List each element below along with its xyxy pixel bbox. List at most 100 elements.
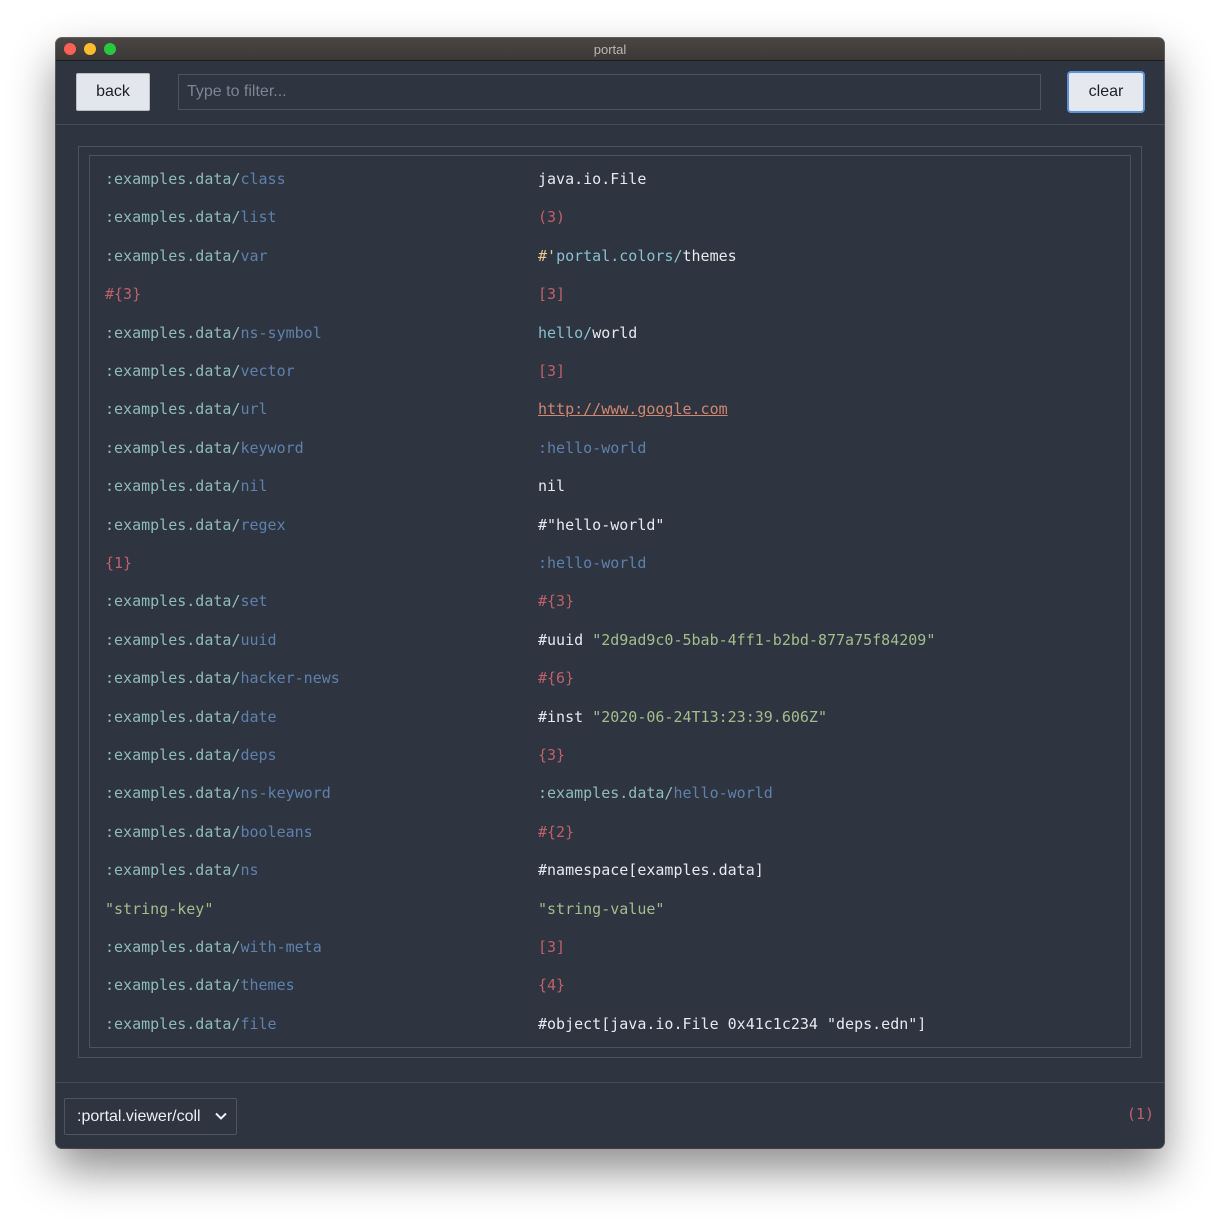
row-key[interactable]: :examples.data/url	[105, 390, 268, 428]
row-key[interactable]: :examples.data/keyword	[105, 429, 304, 467]
value-token: #{3}	[105, 285, 142, 304]
table-row[interactable]: :examples.data/regex #"hello-world"	[90, 506, 1130, 544]
table-row[interactable]: :examples.data/nil nil	[90, 467, 1130, 505]
value-token: :examples.data/	[105, 362, 241, 380]
row-value[interactable]: (3)	[538, 198, 565, 236]
row-value[interactable]: #namespace[examples.data]	[538, 851, 764, 889]
row-value[interactable]: [3]	[538, 352, 565, 390]
table-row[interactable]: :examples.data/file #object[java.io.File …	[90, 1005, 1130, 1043]
row-value[interactable]: :hello-world	[538, 544, 646, 582]
table-row[interactable]: {1} :hello-world	[90, 544, 1130, 582]
table-row[interactable]: :examples.data/ns-symbol hello/world	[90, 314, 1130, 352]
value-token: :examples.data/	[105, 746, 241, 764]
row-key[interactable]: :examples.data/var	[105, 237, 268, 275]
footer-bar: :portal.viewer/coll (1)	[56, 1082, 1164, 1148]
row-value[interactable]: #uuid "2d9ad9c0-5bab-4ff1-b2bd-877a75f84…	[538, 621, 935, 659]
value-token: :examples.data/	[105, 438, 241, 457]
table-row[interactable]: "string-key" "string-value"	[90, 890, 1130, 928]
value-token: :examples.data/	[105, 822, 241, 841]
table-row[interactable]: :examples.data/hacker-news #{6}	[90, 659, 1130, 697]
row-value[interactable]: :hello-world	[538, 429, 646, 467]
table-row[interactable]: :examples.data/ns #namespace[examples.dat…	[90, 851, 1130, 889]
row-value[interactable]: {4}	[538, 966, 565, 1004]
table-row[interactable]: :examples.data/with-meta [3]	[90, 928, 1130, 966]
row-key[interactable]: :examples.data/regex	[105, 506, 286, 544]
row-value[interactable]: {3}	[538, 736, 565, 774]
row-value[interactable]: [3]	[538, 928, 565, 966]
map-table: :examples.data/class java.io.File:example…	[89, 155, 1131, 1048]
viewer-select[interactable]: :portal.viewer/coll	[64, 1098, 237, 1135]
value-token: ns	[240, 861, 259, 880]
row-key[interactable]: :examples.data/ns-keyword	[105, 774, 331, 812]
value-token: deps	[240, 746, 277, 764]
value-token: world	[592, 323, 638, 342]
table-row[interactable]: :examples.data/list (3)	[90, 198, 1130, 236]
value-token: :examples.data/	[105, 515, 241, 534]
title-bar[interactable]: portal	[56, 38, 1164, 61]
row-key[interactable]: "string-key"	[105, 890, 213, 928]
table-row[interactable]: :examples.data/themes {4}	[90, 966, 1130, 1004]
row-value[interactable]: #{2}	[538, 813, 574, 851]
row-value[interactable]: :examples.data/hello-world	[538, 774, 773, 812]
value-token: :examples.data/	[105, 477, 241, 496]
chevron-down-icon	[215, 1112, 227, 1120]
row-value[interactable]: [3]	[538, 275, 565, 313]
row-key[interactable]: :examples.data/file	[105, 1005, 277, 1043]
row-value[interactable]: #{3}	[538, 582, 574, 620]
table-row[interactable]: :examples.data/vector [3]	[90, 352, 1130, 390]
row-key[interactable]: {1}	[105, 544, 132, 582]
value-token: #uuid	[538, 630, 593, 649]
value-token: "2020-06-24T13:23:39.606Z"	[592, 707, 827, 726]
back-button[interactable]: back	[76, 73, 150, 111]
value-token: keyword	[240, 438, 304, 457]
table-row[interactable]: :examples.data/date #inst "2020-06-24T13:…	[90, 698, 1130, 736]
table-row[interactable]: #{3} [3]	[90, 275, 1130, 313]
row-value[interactable]: #inst "2020-06-24T13:23:39.606Z"	[538, 698, 827, 736]
row-value[interactable]: #'portal.colors/themes	[538, 237, 737, 275]
filter-input[interactable]	[178, 74, 1041, 110]
row-key[interactable]: :examples.data/ns-symbol	[105, 314, 322, 352]
value-token: :examples.data/	[105, 976, 241, 995]
row-key[interactable]: :examples.data/uuid	[105, 621, 277, 659]
row-key[interactable]: :examples.data/hacker-news	[105, 659, 340, 697]
table-row[interactable]: :examples.data/keyword :hello-world	[90, 429, 1130, 467]
value-token: ns-symbol	[240, 323, 322, 342]
table-row[interactable]: :examples.data/uuid #uuid "2d9ad9c0-5bab-…	[90, 621, 1130, 659]
table-row[interactable]: :examples.data/ns-keyword :examples.data/…	[90, 774, 1130, 812]
row-value[interactable]: nil	[538, 467, 565, 505]
row-value[interactable]: #object[java.io.File 0x41c1c234 "deps.ed…	[538, 1005, 926, 1043]
table-row[interactable]: :examples.data/url http://www.google.com	[90, 390, 1130, 428]
table-row[interactable]: :examples.data/var #'portal.colors/themes	[90, 237, 1130, 275]
row-key[interactable]: #{3}	[105, 275, 141, 313]
row-key[interactable]: :examples.data/date	[105, 698, 277, 736]
table-row[interactable]: :examples.data/deps {3}	[90, 736, 1130, 774]
row-key[interactable]: :examples.data/with-meta	[105, 928, 322, 966]
row-key[interactable]: :examples.data/vector	[105, 352, 295, 390]
value-token: :examples.data/	[105, 592, 241, 611]
table-row[interactable]: :examples.data/class java.io.File	[90, 160, 1130, 198]
value-token: vector	[240, 362, 295, 380]
row-value[interactable]: "string-value"	[538, 890, 664, 928]
row-value[interactable]: #{6}	[538, 659, 574, 697]
row-key[interactable]: :examples.data/ns	[105, 851, 259, 889]
row-value[interactable]: java.io.File	[538, 160, 646, 198]
row-key[interactable]: :examples.data/list	[105, 198, 277, 236]
clear-button[interactable]: clear	[1067, 71, 1145, 113]
value-token: regex	[240, 515, 286, 534]
row-key[interactable]: :examples.data/booleans	[105, 813, 313, 851]
value-token: :examples.data/	[105, 861, 241, 880]
row-value[interactable]: #"hello-world"	[538, 506, 664, 544]
row-key[interactable]: :examples.data/class	[105, 160, 286, 198]
row-key[interactable]: :examples.data/deps	[105, 736, 277, 774]
row-key[interactable]: :examples.data/themes	[105, 966, 295, 1004]
result-count: (1)	[1126, 1105, 1154, 1123]
url-link[interactable]: http://www.google.com	[538, 400, 728, 418]
table-row[interactable]: :examples.data/booleans #{2}	[90, 813, 1130, 851]
table-row[interactable]: :examples.data/set #{3}	[90, 582, 1130, 620]
row-key[interactable]: :examples.data/set	[105, 582, 268, 620]
row-key[interactable]: :examples.data/nil	[105, 467, 268, 505]
value-token: {3}	[538, 746, 566, 764]
value-token: :examples.data/	[105, 630, 241, 649]
row-value[interactable]: hello/world	[538, 314, 637, 352]
row-value[interactable]: http://www.google.com	[538, 390, 728, 428]
